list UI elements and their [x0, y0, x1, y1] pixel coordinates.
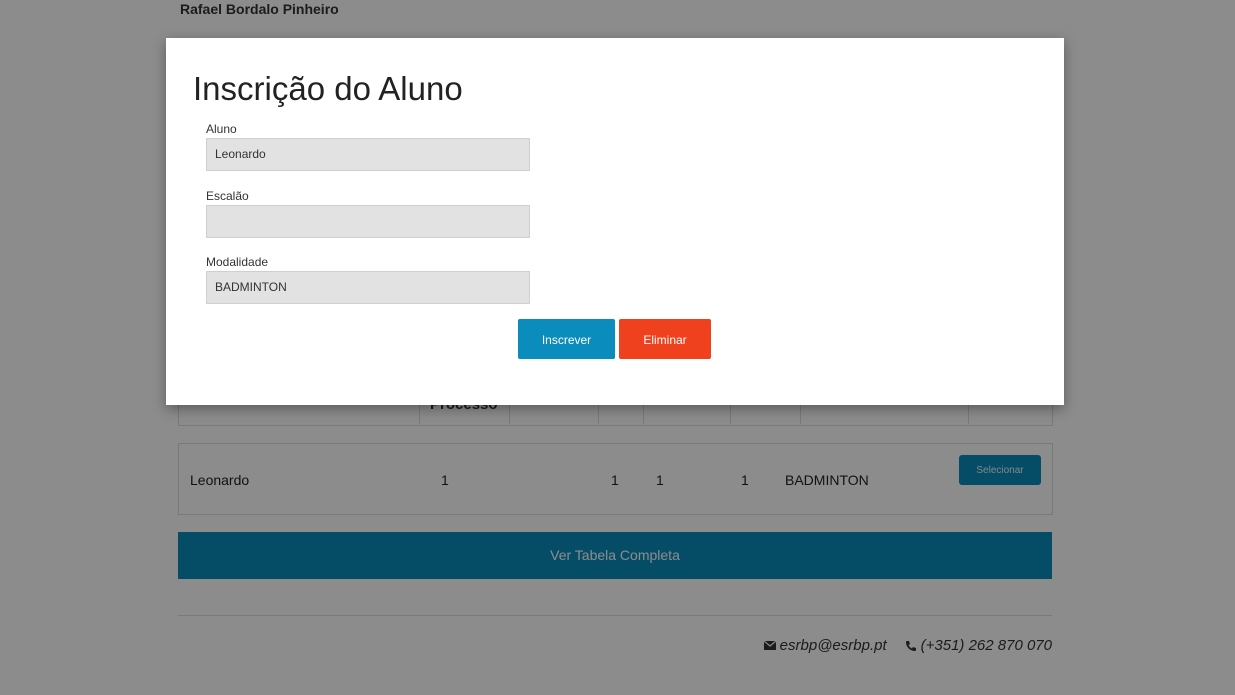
modal-title: Inscrição do Aluno	[193, 70, 463, 107]
inscrever-button[interactable]: Inscrever	[518, 319, 615, 359]
escalao-label: Escalão	[206, 189, 249, 203]
modalidade-field[interactable]: BADMINTON	[206, 271, 530, 304]
eliminar-button[interactable]: Eliminar	[619, 319, 711, 359]
escalao-field[interactable]	[206, 205, 530, 238]
aluno-label: Aluno	[206, 122, 237, 136]
aluno-field[interactable]: Leonardo	[206, 138, 530, 171]
modalidade-label: Modalidade	[206, 255, 269, 269]
enrollment-modal: Inscrição do Aluno Aluno Leonardo Escalã…	[166, 38, 1064, 405]
